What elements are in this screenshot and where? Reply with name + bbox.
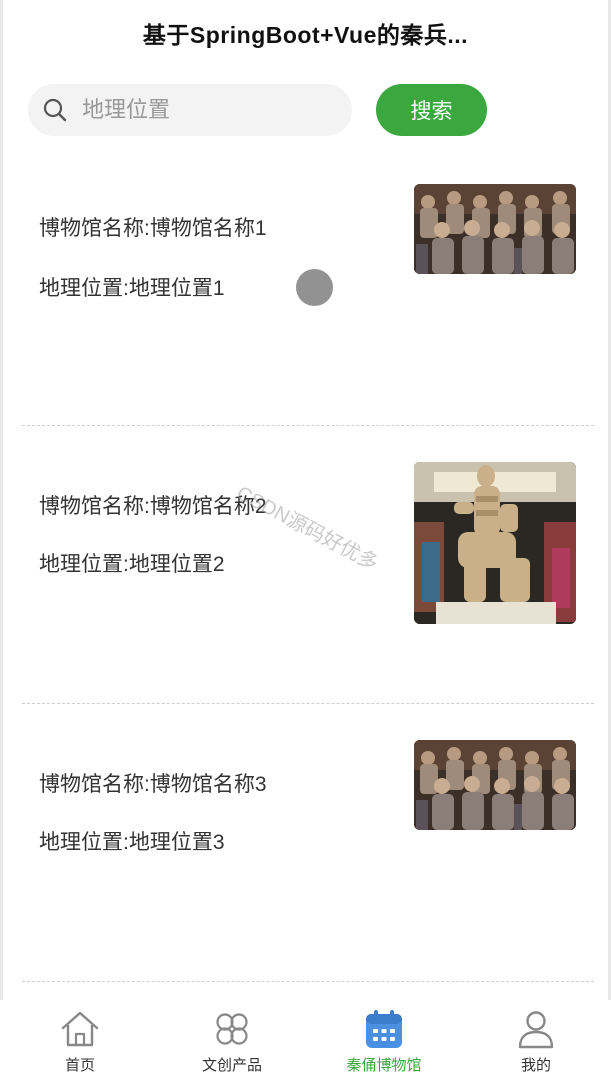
search-button[interactable]: 搜索 bbox=[376, 84, 487, 136]
bottom-tab-bar: 首页 文创产品 秦俑博物馆 我的 bbox=[0, 1000, 611, 1078]
app-screen: 基于SpringBoot+Vue的秦兵... 搜索 博物馆名称:博物馆名称1 地… bbox=[0, 0, 611, 1078]
tab-home-label: 首页 bbox=[64, 1057, 95, 1074]
grid-clover-icon bbox=[216, 1013, 248, 1045]
tab-profile[interactable]: 我的 bbox=[466, 1008, 606, 1078]
list-item[interactable]: 博物馆名称:博物馆名称2 地理位置:地理位置2 bbox=[22, 426, 594, 704]
search-icon bbox=[43, 98, 67, 122]
touch-indicator bbox=[296, 269, 333, 306]
museum-thumbnail[interactable] bbox=[414, 184, 576, 274]
user-icon bbox=[518, 1011, 554, 1049]
tab-products[interactable]: 文创产品 bbox=[162, 1008, 302, 1078]
museum-thumbnail[interactable] bbox=[414, 740, 576, 830]
museum-name: 博物馆名称:博物馆名称2 bbox=[39, 495, 267, 518]
search-bar: 搜索 bbox=[28, 84, 588, 136]
tab-profile-label: 我的 bbox=[520, 1057, 551, 1074]
tab-museum-label: 秦俑博物馆 bbox=[346, 1057, 422, 1074]
tab-home[interactable]: 首页 bbox=[10, 1008, 150, 1078]
search-field[interactable] bbox=[28, 84, 352, 136]
kneeling-archer-image bbox=[414, 462, 576, 624]
terracotta-warriors-image bbox=[414, 740, 576, 830]
home-icon bbox=[61, 1011, 99, 1047]
item-divider bbox=[22, 981, 594, 982]
search-input[interactable] bbox=[82, 97, 332, 123]
page-header: 基于SpringBoot+Vue的秦兵... bbox=[0, 0, 611, 66]
page-title: 基于SpringBoot+Vue的秦兵... bbox=[142, 22, 469, 48]
calendar-icon bbox=[366, 1010, 402, 1048]
list-item[interactable]: 博物馆名称:博物馆名称3 地理位置:地理位置3 bbox=[22, 704, 594, 982]
tab-products-label: 文创产品 bbox=[201, 1057, 262, 1074]
museum-thumbnail[interactable] bbox=[414, 462, 576, 624]
museum-location: 地理位置:地理位置1 bbox=[39, 277, 225, 300]
museum-name: 博物馆名称:博物馆名称1 bbox=[39, 217, 267, 240]
museum-name: 博物馆名称:博物馆名称3 bbox=[39, 773, 267, 796]
tab-museum[interactable]: 秦俑博物馆 bbox=[314, 1008, 454, 1078]
museum-location: 地理位置:地理位置3 bbox=[39, 831, 225, 854]
left-edge bbox=[0, 0, 3, 1078]
terracotta-warriors-image bbox=[414, 184, 576, 274]
museum-location: 地理位置:地理位置2 bbox=[39, 553, 225, 576]
